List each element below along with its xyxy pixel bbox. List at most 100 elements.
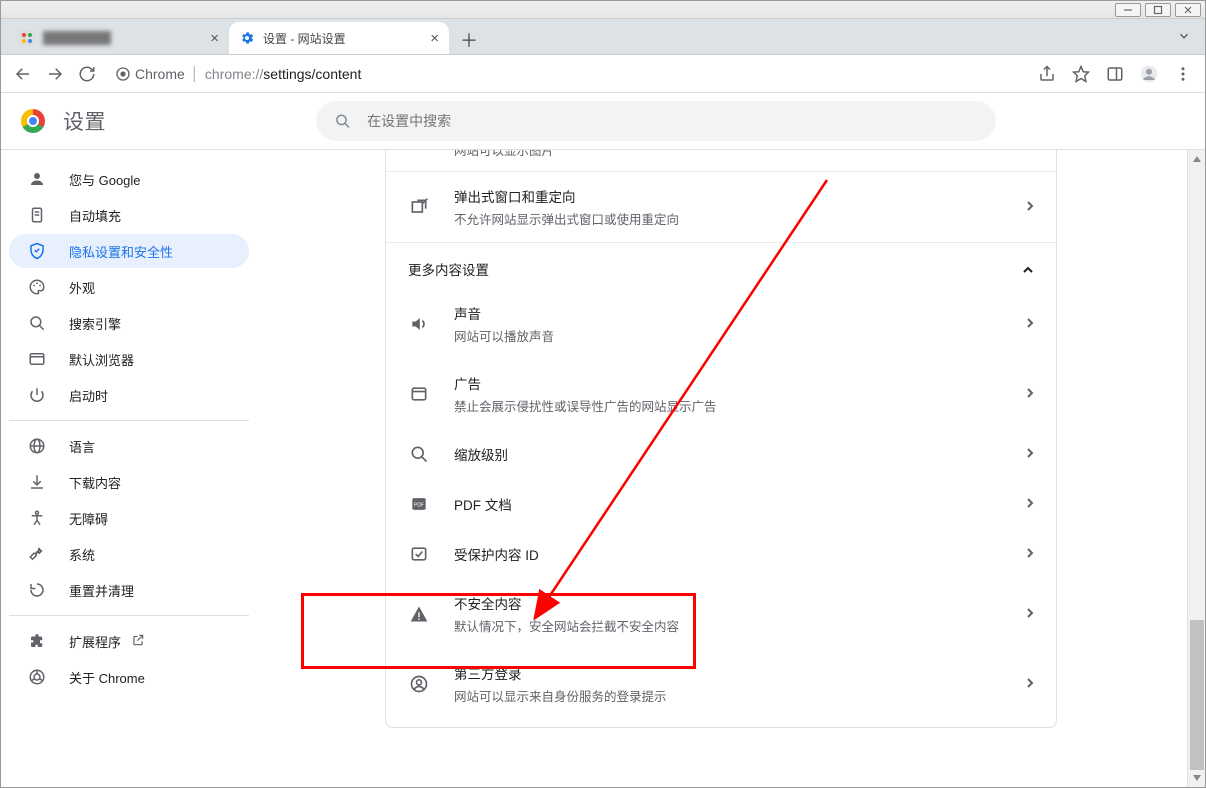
sidebar-item-label: 外观 [69,278,95,297]
globe-icon [27,437,47,455]
scrollbar[interactable] [1187,150,1205,787]
settings-search-input[interactable] [365,112,978,130]
sidebar-item-autofill[interactable]: 自动填充 [9,198,249,232]
search-icon [27,314,47,332]
sidebar-item-downloads[interactable]: 下载内容 [9,465,249,499]
omnibox-label: Chrome [135,66,185,82]
sidebar-item-languages[interactable]: 语言 [9,429,249,463]
protected-content-icon [408,544,430,564]
settings-header: 设置 [1,93,1205,149]
ads-icon [408,384,430,404]
sidebar-item-you-and-google[interactable]: 您与 Google [9,162,249,196]
content-row-insecure-content[interactable]: 不安全内容 默认情况下，安全网站会拦截不安全内容 [386,579,1056,649]
chevron-right-icon [1026,497,1034,512]
download-icon [27,473,47,491]
tab-active[interactable]: 设置 - 网站设置 × [229,22,449,54]
external-link-icon [131,633,145,650]
side-panel-button[interactable] [1099,58,1131,90]
sidebar-item-label: 您与 Google [69,170,141,189]
accessibility-icon [27,509,47,527]
sidebar-item-label: 启动时 [69,386,108,405]
omnibox[interactable]: Chrome │ chrome://settings/content [109,60,1025,88]
svg-text:PDF: PDF [414,503,424,509]
profile-button[interactable] [1133,58,1165,90]
sidebar-item-label: 重置并清理 [69,581,134,600]
sidebar-item-label: 扩展程序 [69,632,121,651]
new-tab-button[interactable]: ＋ [455,26,483,54]
sidebar-item-label: 隐私设置和安全性 [69,242,173,261]
settings-search[interactable] [316,101,996,141]
content-row-zoom[interactable]: 缩放级别 [386,429,1056,479]
sidebar-item-accessibility[interactable]: 无障碍 [9,501,249,535]
sidebar-item-label: 自动填充 [69,206,121,225]
sidebar-item-default-browser[interactable]: 默认浏览器 [9,342,249,376]
tab-title: ████████ [43,31,202,45]
pdf-icon: PDF [408,494,430,514]
sidebar-item-search-engine[interactable]: 搜索引擎 [9,306,249,340]
window-minimize-button[interactable] [1115,3,1141,17]
tab-strip: ████████ × 设置 - 网站设置 × ＋ [1,19,1205,55]
tab-overflow-icon[interactable] [1177,29,1191,46]
sidebar-item-label: 系统 [69,545,95,564]
sidebar-item-reset[interactable]: 重置并清理 [9,573,249,607]
menu-button[interactable] [1167,58,1199,90]
content-row-ads[interactable]: 广告 禁止会展示侵扰性或误导性广告的网站显示广告 [386,359,1056,429]
sidebar-item-appearance[interactable]: 外观 [9,270,249,304]
tab-title: 设置 - 网站设置 [263,30,422,47]
sidebar-item-label: 语言 [69,437,95,456]
reload-button[interactable] [71,58,103,90]
person-icon [27,170,47,188]
forward-button[interactable] [39,58,71,90]
search-icon [334,112,351,130]
toolbar: Chrome │ chrome://settings/content [1,55,1205,93]
page-title: 设置 [63,106,106,136]
sidebar-item-privacy-security[interactable]: 隐私设置和安全性 [9,234,249,268]
section-more-content-settings[interactable]: 更多内容设置 [386,242,1056,289]
chevron-right-icon [1026,607,1034,622]
window-titlebar [1,1,1205,19]
sidebar-item-label: 下载内容 [69,473,121,492]
warning-triangle-icon [408,604,430,624]
window-maximize-button[interactable] [1145,3,1171,17]
sidebar-item-label: 关于 Chrome [69,668,145,687]
settings-gear-icon [239,30,255,46]
content-row-images-partial[interactable]: 网站可以显示图片 [386,150,1056,171]
scrollbar-thumb[interactable] [1190,620,1204,770]
popup-icon [408,197,430,217]
omnibox-url: chrome://settings/content [205,66,361,82]
share-button[interactable] [1031,58,1063,90]
sidebar-item-extensions[interactable]: 扩展程序 [9,624,249,658]
content-row-protected-content[interactable]: 受保护内容 ID [386,529,1056,579]
scrollbar-up-button[interactable] [1188,150,1205,168]
scrollbar-down-button[interactable] [1188,769,1205,787]
chevron-right-icon [1026,677,1034,692]
sidebar-item-label: 无障碍 [69,509,108,528]
palette-icon [27,278,47,296]
reset-icon [27,581,47,599]
autofill-icon [27,206,47,224]
sidebar-divider [9,615,249,616]
content-row-popups[interactable]: 弹出式窗口和重定向 不允许网站显示弹出式窗口或使用重定向 [386,171,1056,242]
window-close-button[interactable] [1175,3,1201,17]
power-icon [27,386,47,404]
chevron-right-icon [1026,317,1034,332]
content-row-pdf[interactable]: PDF PDF 文档 [386,479,1056,529]
content-row-third-party-login[interactable]: 第三方登录 网站可以显示来自身份服务的登录提示 [386,649,1056,719]
chrome-page-icon [115,66,131,82]
content-settings-card: 网站可以显示图片 弹出式窗口和重定向 不允许网站显示弹出式窗口或使用重定向 更多… [385,150,1057,728]
sidebar-item-about-chrome[interactable]: 关于 Chrome [9,660,249,694]
sidebar-item-on-startup[interactable]: 启动时 [9,378,249,412]
chevron-right-icon [1026,447,1034,462]
tab-close-icon[interactable]: × [430,30,439,47]
bookmark-button[interactable] [1065,58,1097,90]
user-circle-icon [408,674,430,694]
sidebar-item-label: 搜索引擎 [69,314,121,333]
chrome-logo-icon [21,109,45,133]
chevron-up-icon [1022,262,1034,277]
extension-icon [27,632,47,650]
content-row-sound[interactable]: 声音 网站可以播放声音 [386,289,1056,359]
sidebar-item-system[interactable]: 系统 [9,537,249,571]
back-button[interactable] [7,58,39,90]
tab-inactive[interactable]: ████████ × [9,22,229,54]
tab-close-icon[interactable]: × [210,30,219,47]
